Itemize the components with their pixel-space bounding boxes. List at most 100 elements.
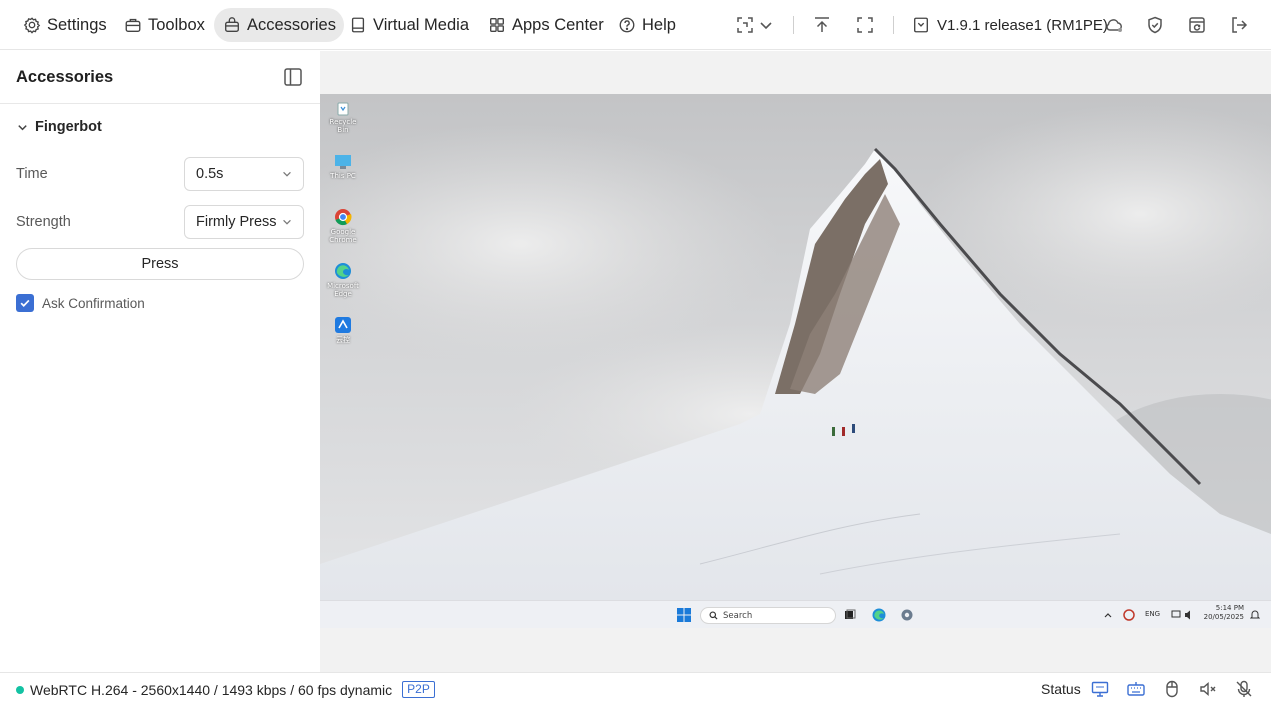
taskbar-date: 20/05/2025 [1203, 613, 1244, 621]
taskbar-edge-icon[interactable] [872, 608, 886, 622]
nav-help-label: Help [642, 15, 676, 34]
taskbar-search[interactable]: Search [700, 607, 836, 624]
bag-icon [225, 17, 239, 32]
task-view-icon[interactable] [844, 609, 856, 621]
accessories-panel: Accessories Fingerbot Time 0.5s Strength… [0, 51, 320, 672]
panel-title: Accessories [16, 67, 114, 86]
top-toolbar: Settings Toolbox Accessories Virtual Med… [0, 0, 1271, 50]
version-info[interactable]: V1.9.1 release1 (RM1PE) [912, 13, 1108, 37]
capture-icon[interactable] [733, 13, 757, 37]
desktop-icon-label: This PC [330, 172, 356, 180]
computer-icon [335, 155, 351, 169]
app-shortcut-icon [335, 317, 351, 333]
strength-row: Strength Firmly Press [0, 198, 320, 246]
tray-app-icon[interactable] [1123, 609, 1135, 621]
press-button[interactable]: Press [16, 248, 304, 280]
monitor-icon[interactable] [1090, 679, 1110, 699]
restart-icon[interactable] [1185, 13, 1209, 37]
strength-value: Firmly Press [196, 214, 277, 230]
tray-chevron-up-icon[interactable] [1104, 611, 1112, 619]
nav-settings-label: Settings [47, 15, 107, 34]
desktop-icon-label: Google Chrome [329, 228, 357, 244]
recycle-bin-icon [337, 102, 349, 116]
status-label: Status [1041, 681, 1081, 697]
panel-toggle-icon[interactable] [282, 66, 304, 88]
desktop-icon-this-pc[interactable]: This PC [326, 154, 360, 180]
taskbar-language[interactable]: ENG [1145, 610, 1160, 618]
taskbar-search-placeholder: Search [723, 610, 753, 621]
windows-start-icon[interactable] [677, 608, 691, 622]
desktop-icon-label: Microsoft Edge [327, 282, 359, 298]
desktop-icon-google-chrome[interactable]: Google Chrome [326, 208, 360, 244]
time-select[interactable]: 0.5s [184, 157, 304, 191]
help-icon [619, 17, 635, 33]
divider [893, 16, 894, 34]
divider [793, 16, 794, 34]
remote-taskbar: Search ENG 5:14 PM 20/05/2025 [320, 600, 1271, 628]
upload-icon[interactable] [810, 13, 834, 37]
chevron-down-icon [18, 124, 27, 130]
press-button-label: Press [141, 256, 179, 272]
mouse-icon[interactable] [1162, 679, 1182, 699]
strength-label: Strength [16, 214, 71, 230]
desktop-icon-label: 云控 [336, 336, 350, 344]
nav-accessories[interactable]: Accessories [214, 8, 344, 42]
checkmark-icon [20, 299, 30, 307]
remote-screen[interactable]: Recycle Bin This PC Google Chrome Micros… [320, 94, 1271, 628]
desktop-icon-recycle-bin[interactable]: Recycle Bin [326, 100, 360, 134]
remote-viewer: Recycle Bin This PC Google Chrome Micros… [320, 51, 1271, 672]
nav-help[interactable]: Help [609, 8, 685, 42]
section-title: Fingerbot [35, 119, 102, 135]
logout-icon[interactable] [1227, 13, 1251, 37]
search-icon [709, 611, 718, 620]
chrome-icon [335, 209, 352, 226]
nav-apps-center[interactable]: Apps Center [479, 8, 613, 42]
version-icon [914, 17, 928, 33]
keyboard-icon[interactable] [1126, 679, 1146, 699]
nav-apps-center-label: Apps Center [512, 15, 604, 34]
connection-text: WebRTC H.264 - 2560x1440 / 1493 kbps / 6… [30, 681, 393, 698]
strength-select[interactable]: Firmly Press [184, 205, 304, 239]
taskbar-time: 5:14 PM [1215, 604, 1244, 612]
tray-network-volume-icon[interactable] [1171, 609, 1195, 621]
shield-icon[interactable] [1143, 13, 1167, 37]
cloud-icon[interactable] [1102, 13, 1126, 37]
notification-bell-icon[interactable] [1250, 609, 1260, 620]
desktop-wallpaper: Recycle Bin This PC Google Chrome Micros… [320, 94, 1271, 600]
mountain-wallpaper-image [320, 94, 1271, 600]
taskbar-settings-icon[interactable] [900, 608, 914, 622]
fingerbot-section-toggle[interactable]: Fingerbot [0, 104, 320, 150]
time-label: Time [16, 166, 48, 182]
nav-virtual-media-label: Virtual Media [373, 15, 469, 34]
time-value: 0.5s [196, 166, 224, 182]
version-label: V1.9.1 release1 (RM1PE) [937, 16, 1108, 34]
chevron-down-icon [283, 171, 291, 177]
fullscreen-icon[interactable] [853, 13, 877, 37]
ask-confirmation-label: Ask Confirmation [42, 295, 145, 311]
time-row: Time 0.5s [0, 150, 320, 198]
nav-virtual-media[interactable]: Virtual Media [340, 8, 478, 42]
desktop-icon-label: Recycle Bin [329, 118, 357, 134]
speaker-muted-icon[interactable] [1198, 679, 1218, 699]
status-bar: WebRTC H.264 - 2560x1440 / 1493 kbps / 6… [0, 672, 1271, 704]
desktop-icon-microsoft-edge[interactable]: Microsoft Edge [326, 262, 360, 298]
p2p-badge: P2P [402, 681, 435, 698]
panel-header: Accessories [0, 51, 320, 104]
media-icon [351, 17, 365, 33]
toolbox-icon [125, 18, 141, 32]
ask-confirmation-row: Ask Confirmation [0, 293, 320, 313]
apps-icon [490, 18, 504, 32]
desktop-icon-app[interactable]: 云控 [326, 316, 360, 344]
edge-icon [335, 263, 351, 279]
nav-toolbox-label: Toolbox [148, 15, 205, 34]
ask-confirmation-checkbox[interactable] [16, 294, 34, 312]
chevron-down-icon[interactable] [756, 13, 776, 37]
microphone-muted-icon[interactable] [1234, 679, 1254, 699]
nav-settings[interactable]: Settings [14, 8, 116, 42]
nav-toolbox[interactable]: Toolbox [115, 8, 214, 42]
connection-info: WebRTC H.264 - 2560x1440 / 1493 kbps / 6… [16, 681, 435, 698]
nav-accessories-label: Accessories [247, 15, 336, 34]
chevron-down-icon [283, 219, 291, 225]
taskbar-clock[interactable]: 5:14 PM 20/05/2025 [1202, 604, 1244, 622]
connection-status-dot [16, 685, 24, 694]
